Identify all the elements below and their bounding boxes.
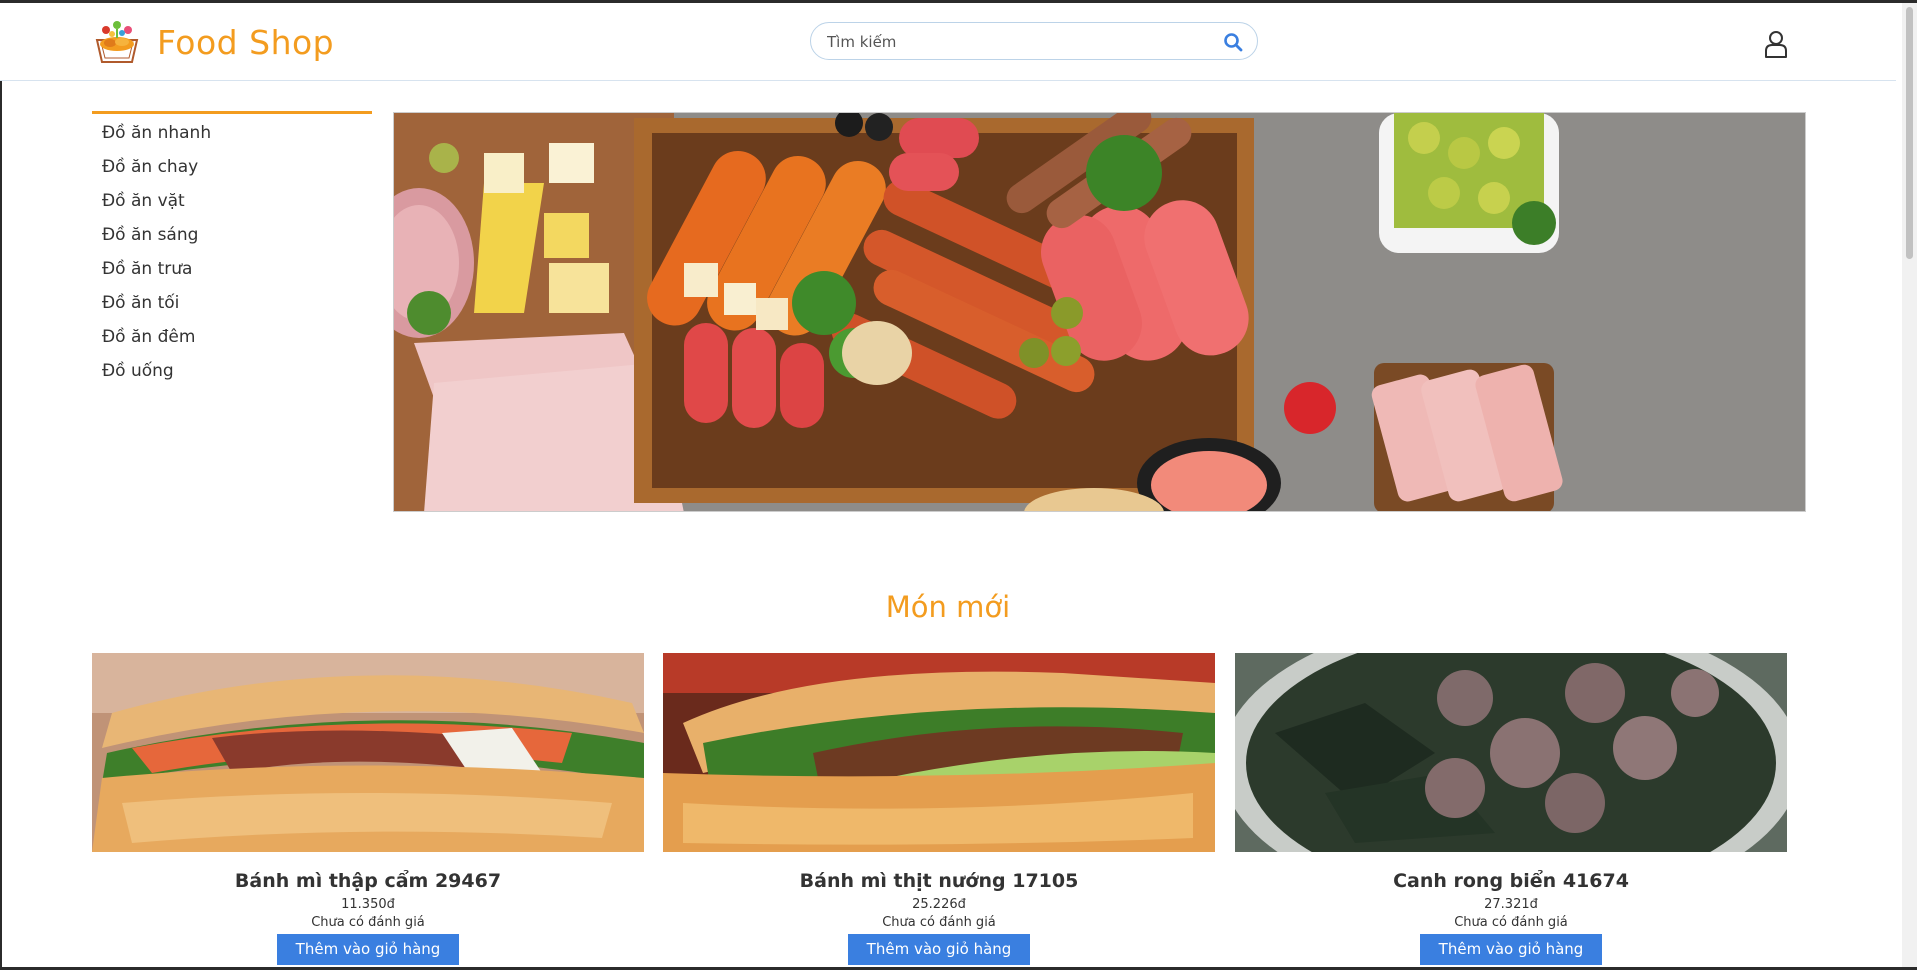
category-item-lunch[interactable]: Đồ ăn trưa xyxy=(92,252,372,286)
category-item-late-night[interactable]: Đồ ăn đêm xyxy=(92,320,372,354)
product-name[interactable]: Canh rong biển 41674 xyxy=(1235,868,1787,894)
header: Food Shop xyxy=(0,3,1896,81)
food-basket-icon[interactable] xyxy=(91,16,143,68)
product-card: Bánh mì thập cẩm 29467 11.350đ Chưa có đ… xyxy=(92,653,644,965)
product-rating: Chưa có đánh giá xyxy=(311,915,425,930)
product-price: 11.350đ xyxy=(341,897,395,912)
section-title: Món mới xyxy=(885,590,1011,624)
category-item-fast-food[interactable]: Đồ ăn nhanh xyxy=(92,116,372,150)
product-rating: Chưa có đánh giá xyxy=(1454,915,1568,930)
window-frame-left xyxy=(0,0,2,970)
category-item-breakfast[interactable]: Đồ ăn sáng xyxy=(92,218,372,252)
product-name[interactable]: Bánh mì thịt nướng 17105 xyxy=(663,868,1215,894)
category-item-dinner[interactable]: Đồ ăn tối xyxy=(92,286,372,320)
product-price: 25.226đ xyxy=(912,897,966,912)
scrollbar-thumb[interactable] xyxy=(1906,7,1913,259)
page-scrollbar[interactable] xyxy=(1902,3,1917,967)
banner-image xyxy=(393,112,1806,512)
add-to-cart-button[interactable]: Thêm vào giỏ hàng xyxy=(276,934,460,965)
product-price: 27.321đ xyxy=(1484,897,1538,912)
add-to-cart-button[interactable]: Thêm vào giỏ hàng xyxy=(847,934,1031,965)
category-item-drinks[interactable]: Đồ uống xyxy=(92,354,372,388)
category-item-vegetarian[interactable]: Đồ ăn chay xyxy=(92,150,372,184)
search-box[interactable] xyxy=(810,22,1258,60)
category-item-snacks[interactable]: Đồ ăn vặt xyxy=(92,184,372,218)
product-image[interactable] xyxy=(1235,653,1787,852)
product-image[interactable] xyxy=(663,653,1215,852)
search-icon[interactable] xyxy=(1223,32,1243,52)
add-to-cart-button[interactable]: Thêm vào giỏ hàng xyxy=(1419,934,1603,965)
product-card: Canh rong biển 41674 27.321đ Chưa có đán… xyxy=(1235,653,1787,965)
product-rating: Chưa có đánh giá xyxy=(882,915,996,930)
product-image[interactable] xyxy=(92,653,644,852)
search-input[interactable] xyxy=(827,31,1207,53)
brand-title[interactable]: Food Shop xyxy=(157,23,334,62)
product-name[interactable]: Bánh mì thập cẩm 29467 xyxy=(92,868,644,894)
product-card: Bánh mì thịt nướng 17105 25.226đ Chưa có… xyxy=(663,653,1215,965)
category-sidebar: Đồ ăn nhanh Đồ ăn chay Đồ ăn vặt Đồ ăn s… xyxy=(92,111,372,388)
user-icon[interactable] xyxy=(1763,30,1789,58)
